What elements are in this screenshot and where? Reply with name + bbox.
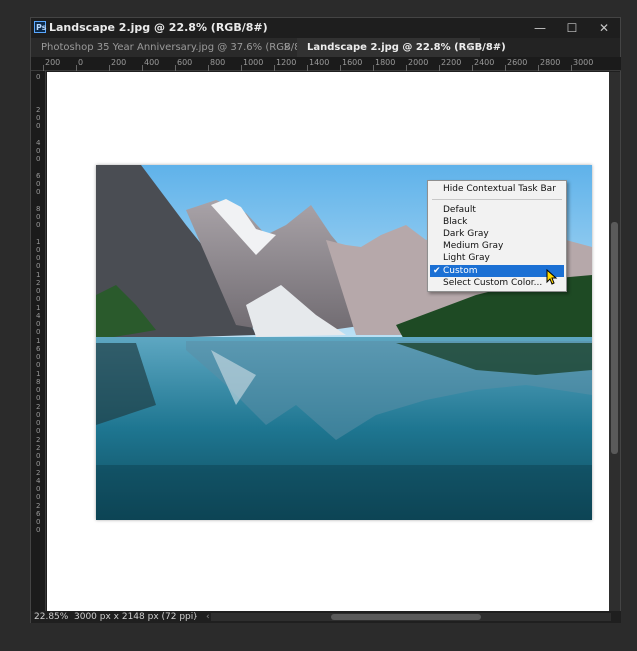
menu-item-default[interactable]: Default bbox=[430, 204, 564, 216]
ruler-left-label: 8 0 0 bbox=[36, 205, 41, 229]
tab-close-icon[interactable]: × bbox=[466, 38, 474, 57]
ruler-tick bbox=[340, 65, 341, 71]
ruler-top-label: 200 bbox=[111, 58, 127, 67]
document-info[interactable]: 3000 px x 2148 px (72 ppi) bbox=[74, 611, 197, 623]
horizontal-scroll-thumb[interactable] bbox=[331, 614, 481, 620]
ruler-top-label: 2600 bbox=[507, 58, 528, 67]
vertical-ruler[interactable]: 0 2 0 0 4 0 0 6 0 0 8 0 0 1 0 0 01 2 0 01 4 0… bbox=[31, 71, 46, 611]
document-window: Ps Landscape 2.jpg @ 22.8% (RGB/8#) — ☐ … bbox=[30, 17, 621, 623]
ruler-left-label: 1 4 0 0 bbox=[36, 304, 41, 336]
ruler-top-label: 1400 bbox=[309, 58, 330, 67]
menu-item-label: Medium Gray bbox=[443, 241, 504, 251]
ruler-tick bbox=[505, 65, 506, 71]
menu-item-label: Black bbox=[443, 217, 468, 227]
horizontal-ruler[interactable]: 200 0 200 400 600 800 1000 1200 1400 1600 1800 2000… bbox=[31, 57, 621, 71]
ruler-tick bbox=[208, 65, 209, 71]
photoshop-app-icon: Ps bbox=[34, 21, 46, 33]
ruler-left-label: 1 0 0 0 bbox=[36, 238, 41, 270]
title-bar[interactable]: Ps Landscape 2.jpg @ 22.8% (RGB/8#) — ☐ … bbox=[31, 18, 620, 38]
ruler-tick bbox=[76, 65, 77, 71]
ruler-top-label: 800 bbox=[210, 58, 226, 67]
menu-item-label: Custom bbox=[443, 266, 478, 276]
ruler-tick bbox=[571, 65, 572, 71]
tab-close-icon[interactable]: × bbox=[283, 38, 291, 57]
ruler-tick bbox=[109, 65, 110, 71]
ruler-top-label: 1200 bbox=[276, 58, 297, 67]
ruler-top-label: 1000 bbox=[243, 58, 264, 67]
zoom-level[interactable]: 22.85% bbox=[34, 611, 68, 623]
ruler-tick bbox=[307, 65, 308, 71]
horizontal-scrollbar[interactable] bbox=[211, 613, 611, 621]
ruler-tick bbox=[142, 65, 143, 71]
menu-item-black[interactable]: Black bbox=[430, 216, 564, 228]
ruler-left-label: 2 0 0 bbox=[36, 106, 41, 130]
menu-item-label: Select Custom Color... bbox=[443, 278, 543, 288]
app-icon-text: Ps bbox=[36, 23, 47, 32]
tab-label: Landscape 2.jpg @ 22.8% (RGB/8#) bbox=[307, 42, 506, 53]
ruler-tick bbox=[406, 65, 407, 71]
ruler-top-label: 2400 bbox=[474, 58, 495, 67]
ruler-left-label: 4 0 0 bbox=[36, 139, 41, 163]
ruler-tick bbox=[472, 65, 473, 71]
ruler-left-label: 1 6 0 0 bbox=[36, 337, 41, 369]
ruler-tick bbox=[538, 65, 539, 71]
menu-item-custom[interactable]: ✔ Custom bbox=[430, 265, 564, 277]
ruler-top-label: 1600 bbox=[342, 58, 363, 67]
ruler-top-label: 2200 bbox=[441, 58, 462, 67]
mouse-cursor-icon bbox=[546, 269, 558, 285]
scroll-left-icon[interactable]: ‹ bbox=[206, 611, 210, 623]
ruler-left-label: 2 6 0 0 bbox=[36, 502, 41, 534]
document-tabs: Photoshop 35 Year Anniversary.jpg @ 37.6… bbox=[31, 38, 620, 57]
ruler-left-label: 1 2 0 0 bbox=[36, 271, 41, 303]
vertical-scrollbar[interactable] bbox=[609, 72, 620, 611]
ruler-top-label: 200 bbox=[45, 58, 61, 67]
ruler-left-label: 2 2 0 0 bbox=[36, 436, 41, 468]
ruler-tick bbox=[241, 65, 242, 71]
maximize-icon[interactable]: ☐ bbox=[562, 19, 582, 37]
ruler-left-label: 0 bbox=[36, 73, 41, 81]
status-bar: 22.85% 3000 px x 2148 px (72 ppi) › ‹ bbox=[31, 611, 621, 623]
menu-item-label: Hide Contextual Task Bar bbox=[443, 184, 556, 194]
tab-landscape-2[interactable]: Landscape 2.jpg @ 22.8% (RGB/8#) × bbox=[297, 38, 506, 57]
close-icon[interactable]: ✕ bbox=[594, 19, 614, 37]
ruler-left-label: 1 8 0 0 bbox=[36, 370, 41, 402]
window-title: Landscape 2.jpg @ 22.8% (RGB/8#) bbox=[49, 21, 268, 34]
menu-item-light-gray[interactable]: Light Gray bbox=[430, 252, 564, 264]
menu-separator bbox=[432, 199, 562, 200]
ruler-top-label: 3000 bbox=[573, 58, 594, 67]
ruler-tick bbox=[439, 65, 440, 71]
tab-photoshop-anniversary[interactable]: Photoshop 35 Year Anniversary.jpg @ 37.6… bbox=[31, 38, 313, 57]
ruler-top-label: 400 bbox=[144, 58, 160, 67]
menu-item-label: Dark Gray bbox=[443, 229, 489, 239]
menu-item-label: Default bbox=[443, 205, 476, 215]
tab-label: Photoshop 35 Year Anniversary.jpg @ 37.6… bbox=[41, 42, 313, 53]
minimize-icon[interactable]: — bbox=[530, 19, 550, 37]
ruler-top-label: 2800 bbox=[540, 58, 561, 67]
menu-item-dark-gray[interactable]: Dark Gray bbox=[430, 228, 564, 240]
ruler-top-label: 2000 bbox=[408, 58, 429, 67]
ruler-top-label: 600 bbox=[177, 58, 193, 67]
checkmark-icon: ✔ bbox=[433, 266, 441, 276]
ruler-top-label: 1800 bbox=[375, 58, 396, 67]
menu-item-hide-contextual-task-bar[interactable]: Hide Contextual Task Bar bbox=[430, 183, 564, 195]
menu-item-select-custom-color[interactable]: Select Custom Color... bbox=[430, 277, 564, 289]
ruler-tick bbox=[274, 65, 275, 71]
ruler-tick bbox=[373, 65, 374, 71]
ruler-tick bbox=[175, 65, 176, 71]
ruler-left-label: 6 0 0 bbox=[36, 172, 41, 196]
canvas-area[interactable]: Hide Contextual Task Bar Default Black Dark… bbox=[47, 72, 609, 611]
menu-item-medium-gray[interactable]: Medium Gray bbox=[430, 240, 564, 252]
ruler-left-label: 2 0 0 0 bbox=[36, 403, 41, 435]
vertical-scroll-thumb[interactable] bbox=[611, 222, 618, 454]
ruler-top-label: 0 bbox=[78, 58, 84, 67]
ruler-left-label: 2 4 0 0 bbox=[36, 469, 41, 501]
status-expand-icon[interactable]: › bbox=[194, 611, 198, 623]
menu-item-label: Light Gray bbox=[443, 253, 490, 263]
